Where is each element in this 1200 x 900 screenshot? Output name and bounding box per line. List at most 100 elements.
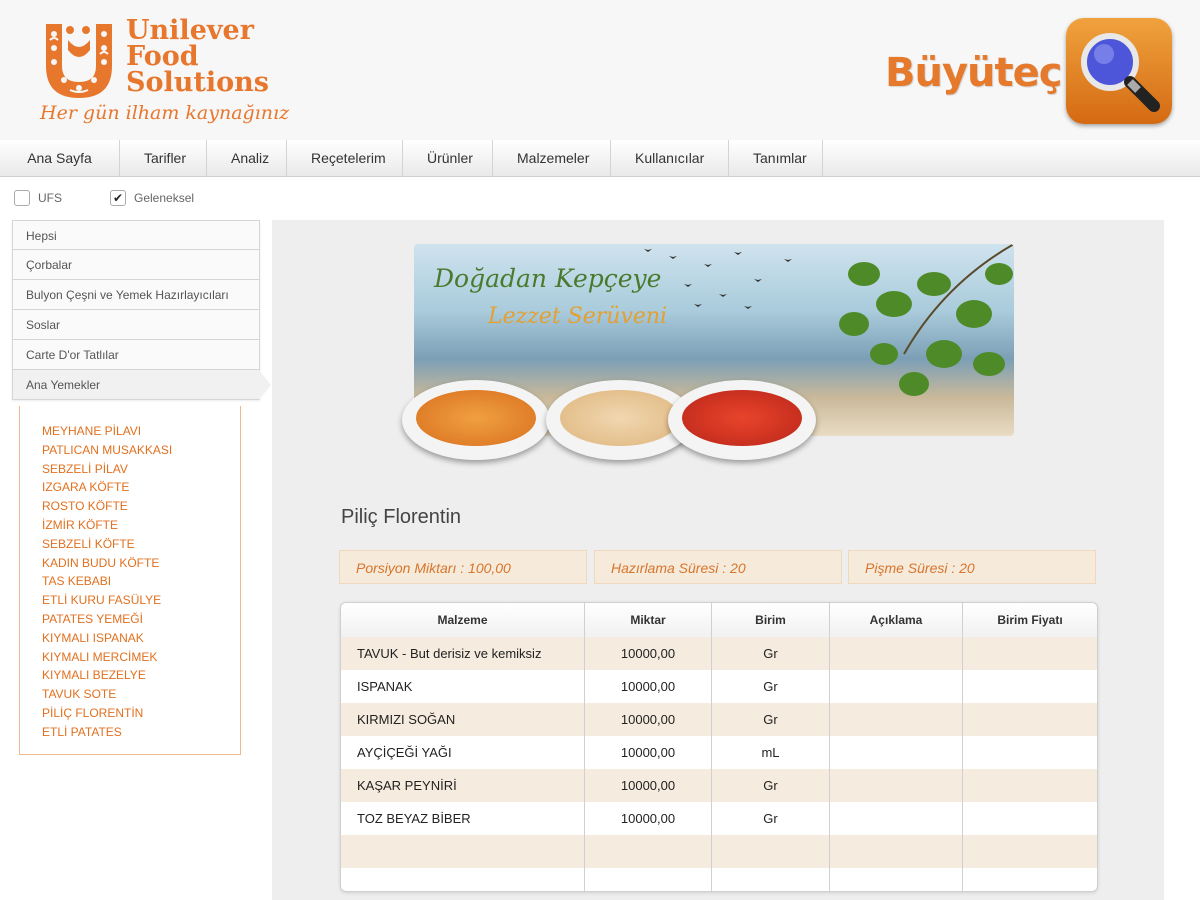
- nav-item-malzemeler[interactable]: Malzemeler: [493, 140, 611, 176]
- nav-item-tarifler[interactable]: Tarifler: [120, 140, 207, 176]
- category-carte-dor[interactable]: Carte D'or Tatlılar: [12, 340, 260, 370]
- soup-bowl-3: [668, 380, 816, 460]
- portion-info: Porsiyon Miktarı : 100,00: [339, 550, 587, 584]
- cell-miktar: 10000,00: [585, 802, 712, 835]
- table-row[interactable]: TAVUK - But derisiz ve kemiksiz 10000,00…: [341, 637, 1097, 670]
- cell-miktar: 10000,00: [585, 670, 712, 703]
- cell-malzeme: ISPANAK: [341, 670, 585, 703]
- soup-bowl-1: [402, 380, 550, 460]
- nav-item-urunler[interactable]: Ürünler: [403, 140, 493, 176]
- recipe-link[interactable]: SEBZELİ KÖFTE: [20, 535, 240, 554]
- banner-title-line-1: Doğadan Kepçeye: [434, 264, 662, 293]
- banner-title-line-2: Lezzet Serüveni: [488, 304, 668, 329]
- cell-birim-fiyati: [963, 868, 1097, 891]
- recipe-link[interactable]: İZMİR KÖFTE: [20, 516, 240, 535]
- nav-item-kullanicilar[interactable]: Kullanıcılar: [611, 140, 729, 176]
- recipe-link[interactable]: TAVUK SOTE: [20, 685, 240, 704]
- recipe-link[interactable]: SEBZELİ PİLAV: [20, 460, 240, 479]
- cell-birim: Gr: [712, 802, 830, 835]
- recipe-link[interactable]: PATATES YEMEĞİ: [20, 610, 240, 629]
- recipe-link[interactable]: ETLİ PATATES: [20, 723, 240, 742]
- table-row[interactable]: KIRMIZI SOĞAN 10000,00 Gr: [341, 703, 1097, 736]
- cell-miktar: 10000,00: [585, 736, 712, 769]
- column-header-miktar[interactable]: Miktar: [585, 603, 712, 637]
- nav-item-recetelerim[interactable]: Reçetelerim: [287, 140, 403, 176]
- ufs-checkbox[interactable]: UFS: [14, 190, 62, 206]
- table-row[interactable]: [341, 835, 1097, 868]
- nav-item-tanimlar[interactable]: Tanımlar: [729, 140, 823, 176]
- cell-birim-fiyati: [963, 670, 1097, 703]
- column-header-birim-fiyati[interactable]: Birim Fiyatı: [963, 603, 1097, 637]
- cell-birim-fiyati: [963, 637, 1097, 670]
- column-header-birim[interactable]: Birim: [712, 603, 830, 637]
- cell-aciklama: [830, 802, 963, 835]
- cell-aciklama: [830, 736, 963, 769]
- cell-birim-fiyati: [963, 769, 1097, 802]
- table-row[interactable]: TOZ BEYAZ BİBER 10000,00 Gr: [341, 802, 1097, 835]
- cell-malzeme: [341, 868, 585, 891]
- cell-birim: [712, 835, 830, 868]
- cell-aciklama: [830, 703, 963, 736]
- recipe-link[interactable]: KIYMALI MERCİMEK: [20, 648, 240, 667]
- category-corbalar[interactable]: Çorbalar: [12, 250, 260, 280]
- cell-malzeme: TOZ BEYAZ BİBER: [341, 802, 585, 835]
- nav-item-ana-sayfa[interactable]: Ana Sayfa: [0, 140, 120, 176]
- geleneksel-checkbox-box[interactable]: ✔: [110, 190, 126, 206]
- cell-birim: mL: [712, 736, 830, 769]
- recipe-link[interactable]: PİLİÇ FLORENTİN: [20, 704, 240, 723]
- category-ana-yemekler[interactable]: Ana Yemekler: [12, 370, 271, 400]
- cell-miktar: 10000,00: [585, 769, 712, 802]
- cell-birim: Gr: [712, 637, 830, 670]
- table-header-row: Malzeme Miktar Birim Açıklama Birim Fiya…: [341, 603, 1097, 637]
- magnifier-icon[interactable]: [1066, 18, 1172, 124]
- prep-time-info: Hazırlama Süresi : 20: [594, 550, 842, 584]
- column-header-aciklama[interactable]: Açıklama: [830, 603, 963, 637]
- table-row[interactable]: ISPANAK 10000,00 Gr: [341, 670, 1097, 703]
- cell-aciklama: [830, 835, 963, 868]
- recipe-list: MEYHANE PİLAVI PATLICAN MUSAKKASI SEBZEL…: [19, 406, 241, 755]
- header: Unilever Food Solutions Her gün ilham ka…: [0, 0, 1200, 141]
- cell-aciklama: [830, 769, 963, 802]
- cell-birim-fiyati: [963, 703, 1097, 736]
- unilever-food-solutions-logo[interactable]: Unilever Food Solutions Her gün ilham ka…: [38, 17, 289, 128]
- cell-miktar: [585, 868, 712, 891]
- nav-item-analiz[interactable]: Analiz: [207, 140, 287, 176]
- recipe-link[interactable]: IZGARA KÖFTE: [20, 478, 240, 497]
- geleneksel-checkbox[interactable]: ✔ Geleneksel: [110, 190, 194, 206]
- cell-malzeme: TAVUK - But derisiz ve kemiksiz: [341, 637, 585, 670]
- cell-malzeme: KAŞAR PEYNİRİ: [341, 769, 585, 802]
- recipe-link[interactable]: ETLİ KURU FASÜLYE: [20, 591, 240, 610]
- recipe-link[interactable]: ROSTO KÖFTE: [20, 497, 240, 516]
- main-content: Doğadan Kepçeye Lezzet Serüveni Piliç Fl…: [272, 220, 1164, 900]
- table-row[interactable]: KAŞAR PEYNİRİ 10000,00 Gr: [341, 769, 1097, 802]
- category-list: Hepsi Çorbalar Bulyon Çeşni ve Yemek Haz…: [12, 220, 271, 400]
- ufs-checkbox-box[interactable]: [14, 190, 30, 206]
- category-bulyon[interactable]: Bulyon Çeşni ve Yemek Hazırlayıcıları: [12, 280, 260, 310]
- ingredients-table: Malzeme Miktar Birim Açıklama Birim Fiya…: [340, 602, 1098, 892]
- cell-birim: [712, 868, 830, 891]
- category-hepsi[interactable]: Hepsi: [12, 220, 260, 250]
- cook-time-info: Pişme Süresi : 20: [848, 550, 1096, 584]
- cell-birim: Gr: [712, 670, 830, 703]
- recipe-link[interactable]: KADIN BUDU KÖFTE: [20, 554, 240, 573]
- table-row[interactable]: [341, 868, 1097, 891]
- recipe-link[interactable]: KIYMALI ISPANAK: [20, 629, 240, 648]
- recipe-link[interactable]: KIYMALI BEZELYE: [20, 666, 240, 685]
- recipe-title: Piliç Florentin: [341, 506, 462, 528]
- app-title: Büyüteç: [885, 50, 1062, 96]
- cell-miktar: [585, 835, 712, 868]
- recipe-link[interactable]: TAS KEBABI: [20, 572, 240, 591]
- cell-malzeme: KIRMIZI SOĞAN: [341, 703, 585, 736]
- table-row[interactable]: AYÇİÇEĞİ YAĞI 10000,00 mL: [341, 736, 1097, 769]
- cell-aciklama: [830, 637, 963, 670]
- brand-line-3: Solutions: [126, 67, 269, 98]
- cell-miktar: 10000,00: [585, 703, 712, 736]
- promo-banner[interactable]: Doğadan Kepçeye Lezzet Serüveni: [402, 244, 1014, 460]
- recipe-link[interactable]: MEYHANE PİLAVI: [20, 422, 240, 441]
- recipe-link[interactable]: PATLICAN MUSAKKASI: [20, 441, 240, 460]
- category-soslar[interactable]: Soslar: [12, 310, 260, 340]
- cell-birim-fiyati: [963, 802, 1097, 835]
- column-header-malzeme[interactable]: Malzeme: [341, 603, 585, 637]
- cell-birim-fiyati: [963, 736, 1097, 769]
- main-nav: Ana Sayfa Tarifler Analiz Reçetelerim Ür…: [0, 140, 1200, 177]
